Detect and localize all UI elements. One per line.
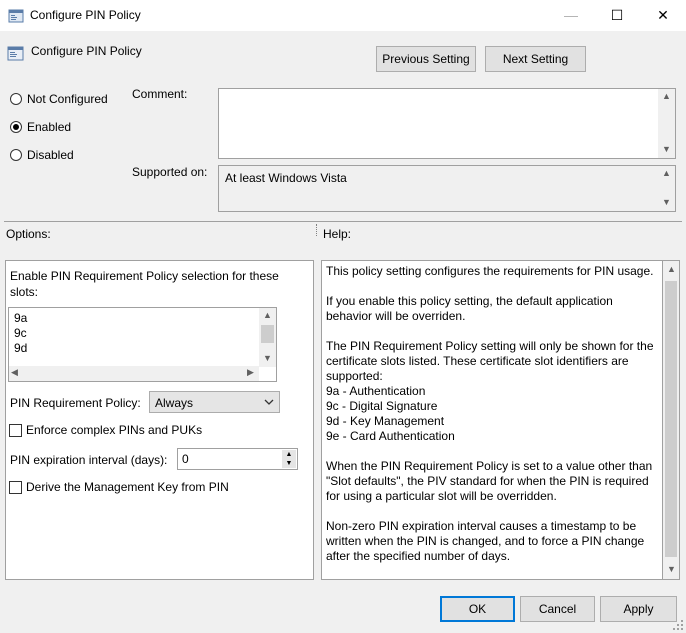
slots-label-line1: Enable PIN Requirement Policy selection … [10,269,279,283]
help-line: after the specified number of days. [326,549,511,563]
scroll-up-icon[interactable]: ▲ [259,310,276,320]
comment-scrollbar[interactable]: ▲ ▼ [658,89,675,158]
list-item[interactable]: 9c [14,326,27,340]
policy-icon [7,46,24,61]
comment-textarea[interactable] [218,88,676,159]
ok-button[interactable]: OK [440,596,515,622]
comment-label: Comment: [132,87,188,101]
not-configured-radio[interactable] [10,93,22,105]
scroll-right-icon[interactable]: ▶ [247,367,254,378]
help-line: for using a particular slot will be over… [326,489,557,503]
help-line: written when the PIN is changed, and to … [326,534,645,548]
minimize-button[interactable]: — [548,0,594,31]
supported-on-value: At least Windows Vista [218,165,676,212]
scroll-thumb[interactable] [665,281,677,557]
enabled-radio[interactable] [10,121,22,133]
pane-splitter[interactable] [316,224,318,236]
help-line: This policy setting configures the requi… [326,264,654,278]
maximize-button[interactable]: ☐ [594,0,640,31]
scroll-down-icon[interactable]: ▼ [658,197,675,207]
expiration-value: 0 [182,452,189,466]
help-line: certificate slots listed. These certific… [326,354,629,368]
help-line: "Slot defaults", the PIV standard for wh… [326,474,649,488]
slots-label-line2: slots: [10,285,39,299]
close-button[interactable]: ✕ [640,0,686,31]
pin-requirement-select[interactable]: Always [149,391,280,413]
help-scrollbar[interactable]: ▲ ▼ [663,260,680,580]
supported-scrollbar[interactable]: ▲ ▼ [658,166,675,211]
spin-up-icon[interactable]: ▲ [282,450,296,459]
list-item[interactable]: 9d [14,341,27,355]
derive-key-label[interactable]: Derive the Management Key from PIN [26,480,229,494]
scroll-up-icon[interactable]: ▲ [658,168,675,178]
cancel-button[interactable]: Cancel [520,596,595,622]
help-line: supported: [326,369,383,383]
apply-button[interactable]: Apply [600,596,677,622]
policy-app-icon [8,9,24,23]
expiration-label: PIN expiration interval (days): [10,453,168,467]
enforce-complex-label[interactable]: Enforce complex PINs and PUKs [26,423,202,437]
options-header: Options: [6,227,51,241]
scroll-up-icon[interactable]: ▲ [658,91,675,101]
spin-down-icon[interactable]: ▼ [282,459,296,468]
section-separator [4,221,682,222]
pin-requirement-value: Always [155,396,194,410]
slots-vscrollbar[interactable]: ▲ ▼ [259,308,276,367]
scroll-left-icon[interactable]: ◀ [11,367,18,378]
help-line: behavior will be overriden. [326,309,466,323]
scroll-down-icon[interactable]: ▼ [259,353,276,363]
help-line: Non-zero PIN expiration interval causes … [326,519,637,533]
previous-setting-button[interactable]: Previous Setting [376,46,476,72]
help-line: 9d - Key Management [326,414,445,428]
scroll-up-icon[interactable]: ▲ [663,264,680,274]
scroll-down-icon[interactable]: ▼ [658,144,675,154]
disabled-label[interactable]: Disabled [27,148,74,162]
scroll-thumb[interactable] [261,325,274,343]
slots-hscrollbar[interactable]: ◀ ▶ [9,366,259,381]
resize-grip-icon[interactable] [672,619,684,631]
disabled-radio[interactable] [10,149,22,161]
derive-key-checkbox[interactable] [9,481,22,494]
help-line: 9e - Card Authentication [326,429,455,443]
expiration-spinbox[interactable]: 0 ▲ ▼ [177,448,298,470]
policy-name: Configure PIN Policy [31,44,142,58]
supported-on-label: Supported on: [132,165,208,179]
chevron-down-icon [264,399,274,405]
pin-requirement-label: PIN Requirement Policy: [10,396,141,410]
help-line: 9c - Digital Signature [326,399,438,413]
window-title: Configure PIN Policy [30,8,141,22]
not-configured-label[interactable]: Not Configured [27,92,108,106]
enabled-label[interactable]: Enabled [27,120,71,134]
next-setting-button[interactable]: Next Setting [485,46,586,72]
help-header: Help: [323,227,352,241]
help-line: 9a - Authentication [326,384,426,398]
help-text: This policy setting configures the requi… [326,264,660,576]
help-line: The PIN Requirement Policy setting will … [326,339,654,353]
list-item[interactable]: 9a [14,311,27,325]
scroll-down-icon[interactable]: ▼ [663,564,680,574]
enforce-complex-checkbox[interactable] [9,424,22,437]
help-line: If you enable this policy setting, the d… [326,294,613,308]
help-line: When the PIN Requirement Policy is set t… [326,459,653,473]
